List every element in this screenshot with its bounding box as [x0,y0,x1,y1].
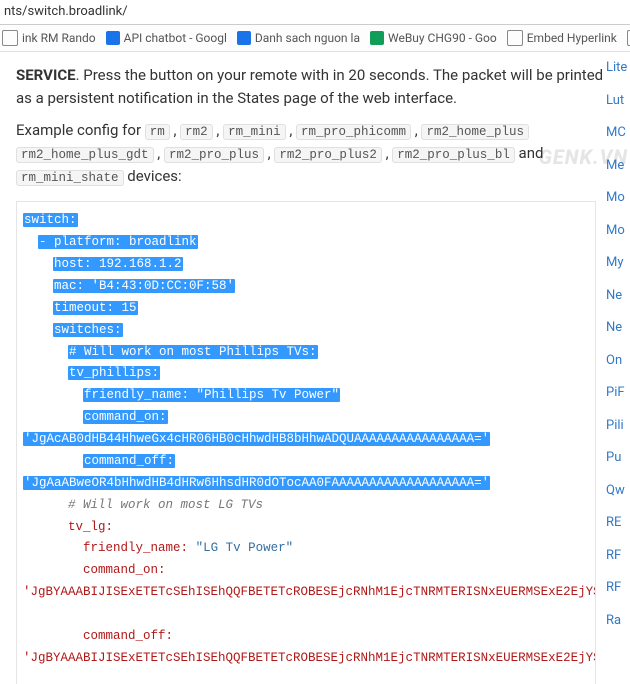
inline-code: rm_mini_shate [16,170,124,186]
inline-code: rm2_pro_plus_bl [392,147,515,163]
code-line: command_on: [83,563,166,577]
sidebar-link[interactable]: RF [606,572,630,605]
gdoc-icon [237,31,251,45]
code-line: switch: [23,213,78,227]
devices-suffix: devices: [124,167,182,185]
code-line: mac: 'B4:43:0D:CC:0F:58' [53,279,235,293]
example-prefix: Example config for [16,121,145,139]
sidebar-link[interactable]: Qw [606,475,630,508]
inline-code: rm2_pro_plus [164,147,264,163]
code-line: host: 192.168.1.2 [53,257,183,271]
sidebar-link[interactable]: On [606,345,630,378]
code-line: 'JgBYAAABIJISExETETcSEhISEhQQFBETETcROBE… [23,651,596,665]
bookmark-label: API chatbot - Googl [124,25,227,51]
bookmarks-bar: ink RM Rando API chatbot - Googl Danh sach… [0,25,630,52]
sidebar-link[interactable]: MC [606,117,630,150]
code-line: switches: [53,323,123,337]
gsheet-icon [370,31,384,45]
code-line: command_off: [83,454,175,468]
service-rest: . Press the button on your remote with i… [16,66,603,107]
sidebar-link[interactable]: Ra [606,605,630,638]
sidebar-link[interactable]: Lut [606,85,630,118]
service-word: SERVICE [16,66,76,84]
code-block[interactable]: switch: - platform: broadlink host: 192.… [16,201,596,684]
bookmark-label: Danh sach nguon la [255,25,360,51]
code-line: command_on: [83,410,168,424]
code-line: # Will work on most Phillips TVs: [68,345,318,359]
inline-code: rm2_home_plus_gdt [16,147,154,163]
sidebar-link[interactable]: Mo [606,182,630,215]
code-line: 'JgAcAB0dHB44HhweGx4cHR06HB0cHhwdHB8bHhw… [23,432,490,446]
bookmark-item[interactable]: Embed Hyperlink [507,25,617,51]
sidebar-link[interactable]: Me [606,150,630,183]
inline-code: rm2 [180,124,213,140]
code-line: tv_lg: [68,520,113,534]
code-line: - platform: broadlink [38,235,198,249]
gdoc-icon [106,31,120,45]
code-line: # Will work on most LG TVs [68,498,263,512]
and-word: and [515,144,544,162]
bookmark-label: Embed Hyperlink [527,25,617,51]
inline-code: rm_mini [223,124,286,140]
code-line: friendly_name: [83,541,188,555]
bookmark-item[interactable]: WeBuy CHG90 - Goo [370,25,497,51]
sidebar-link[interactable]: My [606,247,630,280]
inline-code: rm [145,124,170,140]
inline-code: rm2_home_plus [421,124,529,140]
inline-code: rm_pro_phicomm [296,124,411,140]
code-line: timeout: 15 [53,301,138,315]
code-value: "LG Tv Power" [196,541,294,555]
code-line: 'JgBYAAABIJISExETETcSEhISEhQQFBETETcROBE… [23,585,596,599]
code-line: 'JgAaABweOR4bHhwdHB4dHRw6HhsdHR0dOTocAA0… [23,476,490,490]
sidebar-link[interactable]: RF [606,540,630,573]
page-content: GENK.VN SERVICE. Press the button on you… [0,52,630,684]
page-icon [507,30,523,46]
page-icon [2,30,18,46]
sidebar-link[interactable]: PiF [606,377,630,410]
paragraph-example: Example config for rm , rm2 , rm_mini , … [16,119,620,187]
address-bar[interactable]: nts/switch.broadlink/ [0,0,630,25]
paragraph-service: SERVICE. Press the button on your remote… [16,64,620,109]
inline-code: rm2_pro_plus2 [274,147,382,163]
bookmark-item[interactable]: Danh sach nguon la [237,25,360,51]
sidebar-links: LiteLutMCMeMoMoMyNeNeOnPiFPiliPuQwRERFRF… [606,52,630,637]
sidebar-link[interactable]: RE [606,507,630,540]
bookmark-label: WeBuy CHG90 - Goo [388,25,497,51]
sidebar-link[interactable]: Ne [606,280,630,313]
sidebar-link[interactable]: Pili [606,410,630,443]
sidebar-link[interactable]: Mo [606,215,630,248]
bookmark-item[interactable]: ink RM Rando [2,25,96,51]
address-url: nts/switch.broadlink/ [4,4,128,19]
sidebar-link[interactable]: Pu [606,442,630,475]
code-line: tv_phillips: [68,366,160,380]
bookmark-item[interactable]: API chatbot - Googl [106,25,227,51]
sidebar-link[interactable]: Lite [606,52,630,85]
code-line: friendly_name: "Phillips Tv Power" [83,388,340,402]
bookmark-label: ink RM Rando [22,25,96,51]
sidebar-link[interactable]: Ne [606,312,630,345]
code-line: command_off: [83,629,173,643]
